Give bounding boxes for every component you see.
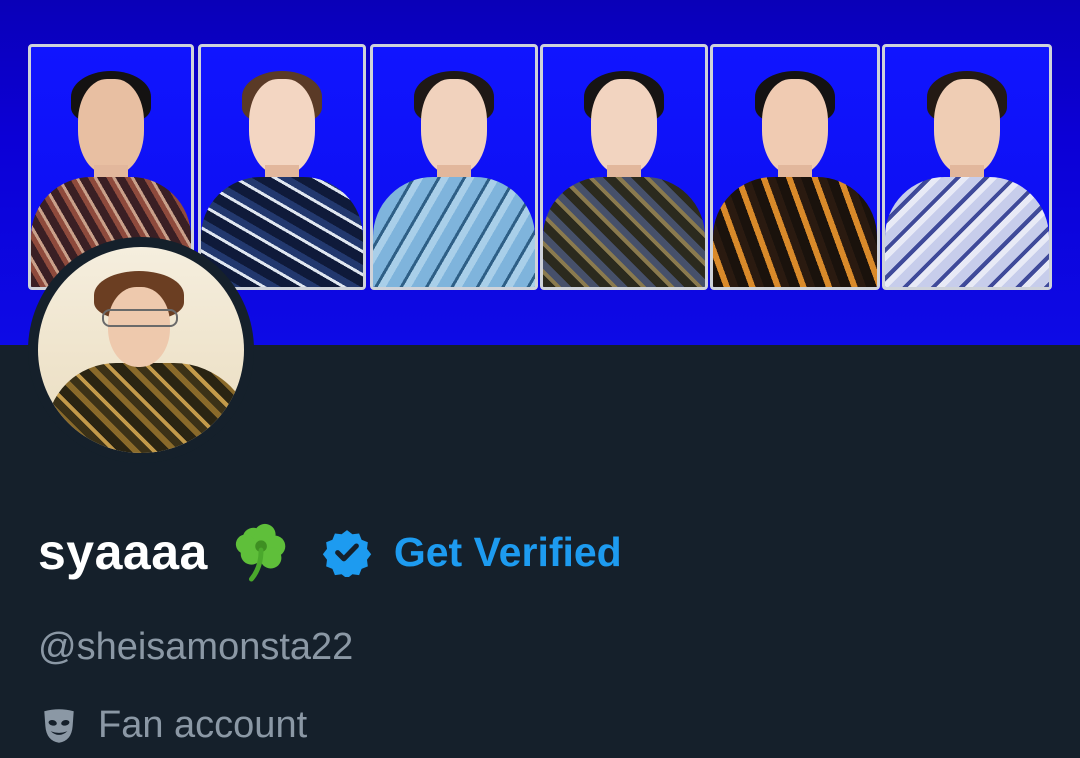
- banner-photo: [710, 44, 880, 290]
- name-row: syaaaa Get Verified: [38, 520, 622, 584]
- avatar-image: [38, 247, 244, 453]
- banner-photo: [370, 44, 538, 290]
- get-verified-link[interactable]: Get Verified: [394, 529, 622, 576]
- display-name: syaaaa: [38, 524, 208, 580]
- banner-photo: [198, 44, 366, 290]
- profile-category: Fan account: [38, 704, 307, 747]
- category-label: Fan account: [98, 704, 308, 746]
- verified-badge-icon[interactable]: [322, 527, 372, 577]
- user-handle: @sheisamonsta22: [38, 626, 354, 668]
- glasses: [102, 309, 178, 327]
- four-leaf-clover-icon: [235, 523, 286, 582]
- banner-photo: [882, 44, 1052, 290]
- theater-masks-icon: [44, 708, 74, 743]
- banner-photo: [540, 44, 708, 290]
- profile-avatar[interactable]: [28, 237, 254, 463]
